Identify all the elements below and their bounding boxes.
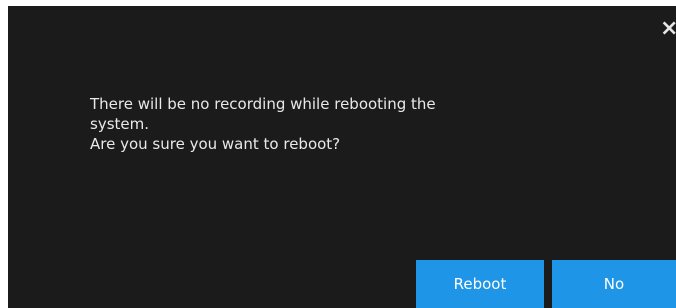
message-line: There will be no recording while rebooti…: [90, 95, 436, 113]
no-button[interactable]: No: [552, 260, 676, 308]
reboot-button[interactable]: Reboot: [416, 260, 544, 308]
dialog-button-row: Reboot No: [416, 260, 676, 308]
message-line: Are you sure you want to reboot?: [90, 135, 341, 153]
dialog-message: There will be no recording while rebooti…: [90, 94, 570, 154]
reboot-confirm-dialog: × There will be no recording while reboo…: [8, 6, 676, 308]
message-line: system.: [90, 115, 149, 133]
close-icon[interactable]: ×: [660, 18, 676, 40]
